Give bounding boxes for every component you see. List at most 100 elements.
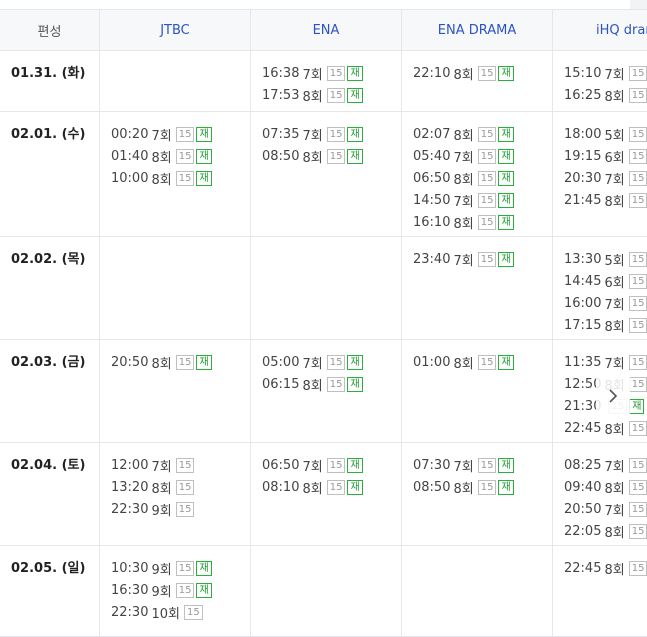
airing-entry[interactable]: 18:005회15재 bbox=[564, 123, 647, 145]
rerun-badge: 재 bbox=[498, 251, 514, 267]
airing-time: 08:10 bbox=[262, 479, 300, 495]
airing-time: 14:50 bbox=[413, 192, 451, 208]
airing-entry[interactable]: 10:30 9회 15 재 bbox=[111, 557, 250, 579]
airing-entry[interactable]: 11:357회15재 bbox=[564, 351, 647, 373]
airing-time: 08:50 bbox=[413, 479, 451, 495]
airing-entry[interactable]: 12:00 7회 15 bbox=[111, 454, 250, 476]
scroll-right-button[interactable] bbox=[596, 377, 630, 415]
rerun-badge: 재 bbox=[347, 126, 363, 142]
episode-number: 7회 bbox=[302, 128, 323, 144]
episode-number: 7회 bbox=[453, 194, 474, 210]
episode-number: 8회 bbox=[604, 319, 625, 335]
airing-entry[interactable]: 16:38 7회 15 재 bbox=[262, 62, 401, 84]
episode-number: 9회 bbox=[151, 503, 172, 519]
rerun-badge: 재 bbox=[498, 479, 514, 495]
table-row: 02.03. (금) 20:50 8회 15 재 05:00 7회 15 재 06:15 8회 15 재… bbox=[0, 340, 647, 443]
age-rating-badge: 15 bbox=[628, 295, 647, 311]
age-rating-badge: 15 bbox=[477, 192, 497, 208]
airing-entry[interactable]: 22:30 10회 15 bbox=[111, 601, 250, 623]
header-channel-jtbc: JTBC bbox=[99, 10, 250, 50]
age-rating-badge: 15 bbox=[628, 479, 647, 495]
airing-entry[interactable]: 22:30 9회 15 bbox=[111, 498, 250, 520]
airing-entry[interactable]: 08:257회15재 bbox=[564, 454, 647, 476]
airing-entry[interactable]: 05:00 7회 15 재 bbox=[262, 351, 401, 373]
header-channel-ena-drama: ENA DRAMA bbox=[401, 10, 552, 50]
airing-time: 22:30 bbox=[111, 604, 149, 620]
airing-entry[interactable]: 20:307회15재 bbox=[564, 167, 647, 189]
airing-entry[interactable]: 08:50 8회 15 재 bbox=[262, 145, 401, 167]
rerun-badge: 재 bbox=[498, 65, 514, 81]
airing-entry[interactable]: 20:50 8회 15 재 bbox=[111, 351, 250, 373]
age-rating-badge: 15 bbox=[477, 65, 497, 81]
airing-entry[interactable]: 06:50 7회 15 재 bbox=[262, 454, 401, 476]
airing-entry[interactable]: 21:458회15재 bbox=[564, 189, 647, 211]
airing-entry[interactable]: 08:50 8회 15 재 bbox=[413, 476, 552, 498]
age-rating-badge: 15 bbox=[477, 126, 497, 142]
age-rating-badge: 15 bbox=[326, 376, 346, 392]
airing-entry[interactable]: 23:40 7회 15 재 bbox=[413, 248, 552, 270]
airing-entry[interactable]: 00:20 7회 15 재 bbox=[111, 123, 250, 145]
schedule-cell bbox=[401, 546, 552, 636]
airing-time: 18:00 bbox=[564, 126, 602, 142]
airing-entry[interactable]: 20:507회15재 bbox=[564, 498, 647, 520]
airing-entry[interactable]: 01:40 8회 15 재 bbox=[111, 145, 250, 167]
airing-time: 01:40 bbox=[111, 148, 149, 164]
airing-entry[interactable]: 07:35 7회 15 재 bbox=[262, 123, 401, 145]
airing-entry[interactable]: 22:058회15재 bbox=[564, 520, 647, 542]
airing-entry[interactable]: 08:10 8회 15 재 bbox=[262, 476, 401, 498]
airing-entry[interactable]: 07:30 7회 15 재 bbox=[413, 454, 552, 476]
rerun-badge: 재 bbox=[498, 354, 514, 370]
airing-entry[interactable]: 02:07 8회 15 재 bbox=[413, 123, 552, 145]
airing-time: 13:20 bbox=[111, 479, 149, 495]
table-row: 02.02. (목)23:407회15재13:305회15재14:456회15재… bbox=[0, 237, 647, 340]
airing-entry[interactable]: 22:458회15재 bbox=[564, 557, 647, 579]
airing-entry[interactable]: 13:20 8회 15 bbox=[111, 476, 250, 498]
airing-entry[interactable]: 06:15 8회 15 재 bbox=[262, 373, 401, 395]
age-rating-badge: 15 bbox=[326, 354, 346, 370]
airing-entry[interactable]: 06:50 8회 15 재 bbox=[413, 167, 552, 189]
airing-time: 19:15 bbox=[564, 148, 602, 164]
episode-number: 5회 bbox=[604, 128, 625, 144]
age-rating-badge: 15 bbox=[628, 273, 647, 289]
airing-entry[interactable]: 17:158회15재 bbox=[564, 314, 647, 336]
age-rating-badge: 15 bbox=[477, 479, 497, 495]
schedule-cell: 05:00 7회 15 재 06:15 8회 15 재 bbox=[250, 340, 401, 442]
airing-time: 16:00 bbox=[564, 295, 602, 311]
airing-entry[interactable]: 19:156회15재 bbox=[564, 145, 647, 167]
row-date: 02.04. (토) bbox=[11, 458, 86, 473]
rerun-badge: 재 bbox=[347, 479, 363, 495]
episode-number: 5회 bbox=[604, 253, 625, 269]
airing-entry[interactable]: 15:107회15재 bbox=[564, 62, 647, 84]
age-rating-badge: 15 bbox=[628, 87, 647, 103]
age-rating-badge: 15 bbox=[183, 604, 203, 620]
airing-entry[interactable]: 17:53 8회 15 재 bbox=[262, 84, 401, 106]
airing-entry[interactable]: 13:305회15재 bbox=[564, 248, 647, 270]
schedule-cell: 22:10 8회 15 재 bbox=[401, 51, 552, 111]
airing-entry[interactable]: 22:458회15재 bbox=[564, 417, 647, 439]
airing-time: 10:30 bbox=[111, 560, 149, 576]
age-rating-badge: 15 bbox=[477, 170, 497, 186]
table-header: 편성 JTBC ENA ENA DRAMA iHQ dram bbox=[0, 9, 647, 51]
airing-entry[interactable]: 22:10 8회 15 재 bbox=[413, 62, 552, 84]
airing-entry[interactable]: 05:40 7회 15 재 bbox=[413, 145, 552, 167]
schedule-cell bbox=[250, 546, 401, 636]
airing-entry[interactable]: 16:007회15재 bbox=[564, 292, 647, 314]
age-rating-badge: 15 bbox=[628, 501, 647, 517]
airing-entry[interactable]: 16:258회15재 bbox=[564, 84, 647, 106]
age-rating-badge: 15 bbox=[628, 560, 647, 576]
airing-entry[interactable]: 16:10 8회 15 재 bbox=[413, 211, 552, 233]
airing-entry[interactable]: 01:00 8회 15 재 bbox=[413, 351, 552, 373]
airing-entry[interactable]: 14:50 7회 15 재 bbox=[413, 189, 552, 211]
airing-time: 20:50 bbox=[111, 354, 149, 370]
airing-entry[interactable]: 16:30 9회 15 재 bbox=[111, 579, 250, 601]
age-rating-badge: 15 bbox=[175, 560, 195, 576]
airing-entry[interactable]: 10:00 8회 15 재 bbox=[111, 167, 250, 189]
rerun-badge: 재 bbox=[347, 87, 363, 103]
airing-entry[interactable]: 09:408회15재 bbox=[564, 476, 647, 498]
age-rating-badge: 15 bbox=[628, 420, 647, 436]
age-rating-badge: 15 bbox=[175, 354, 195, 370]
airing-entry[interactable]: 14:456회15재 bbox=[564, 270, 647, 292]
episode-number: 6회 bbox=[604, 150, 625, 166]
airing-time: 13:30 bbox=[564, 251, 602, 267]
schedule-cell: 08:257회15재09:408회15재20:507회15재22:058회15재 bbox=[552, 443, 647, 545]
